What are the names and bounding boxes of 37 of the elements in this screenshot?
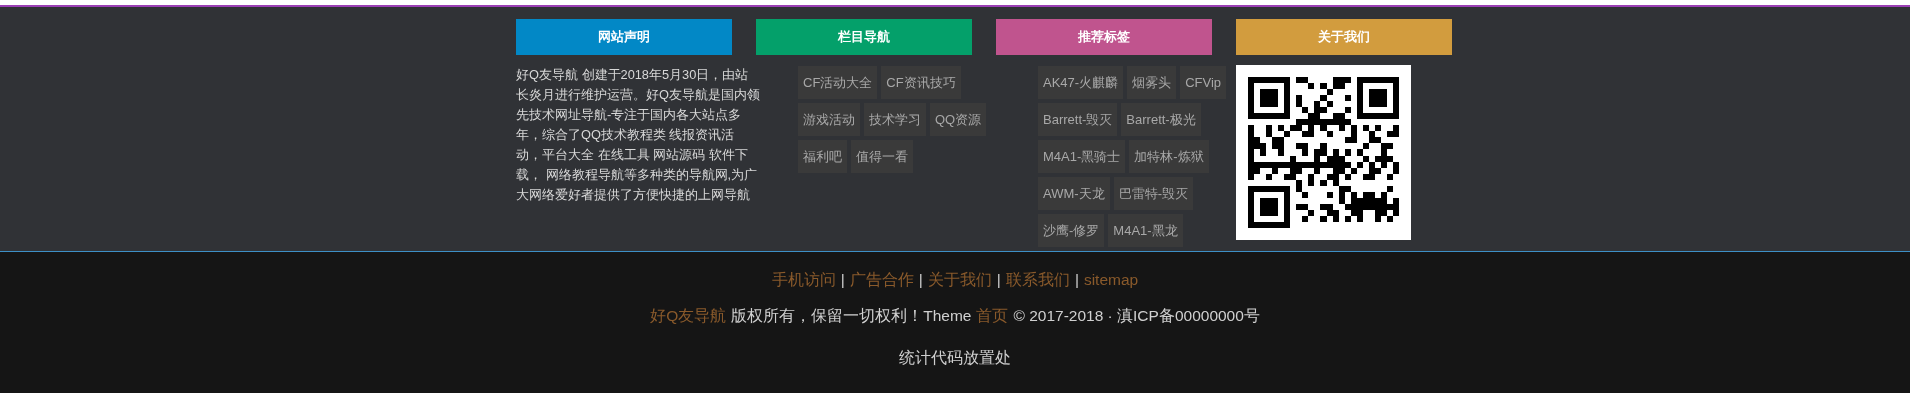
footer-link[interactable]: sitemap [1083,268,1139,292]
tag-link[interactable]: AK47-火麒麟 [1038,66,1124,99]
tag-link[interactable]: M4A1-黑骑士 [1038,140,1126,173]
copyright-text: 版权所有，保留一切权利！Theme [731,306,972,327]
separator: | [840,270,845,291]
footer-link[interactable]: 好Q友导航 [650,304,727,328]
tag-link[interactable]: M4A1-黑龙 [1108,214,1183,247]
site-description: 好Q友导航 创建于2018年5月30日，由站长炎月进行维护运营。好Q友导航是国内领先技术网址导航-专注于国内各大站点多年，综合了QQ技术教程类 线报资讯活动，平台大全 在线工具 网站源码 软件下载， 网络教程导航等多种类的导航网,为广大网络爱好者提供了方便快捷的上网导航 [516,66,760,204]
footer-link[interactable]: 联系我们 [1005,268,1070,292]
section-header: 网站声明 [516,19,732,55]
stats-text: 统计代码放置处 [899,348,1011,366]
tag-link[interactable]: 烟雾头 [1127,66,1177,99]
tag-link[interactable]: QQ资源 [930,103,987,136]
tag-link[interactable]: 加特林-炼狱 [1129,140,1209,173]
section-header: 栏目导航 [756,19,972,55]
tag-link[interactable]: 游戏活动 [798,103,860,136]
section-header: 推荐标签 [996,19,1212,55]
footer-link[interactable]: 手机访问 [771,268,836,292]
tag-link[interactable]: 值得一看 [851,140,913,173]
section-header: 关于我们 [1236,19,1452,55]
tag-link[interactable]: Barrett-极光 [1121,103,1201,136]
separator: | [918,270,923,291]
tag-link[interactable]: CF资讯技巧 [881,66,961,99]
tag-link[interactable]: 技术学习 [864,103,926,136]
copyright-text: © 2017-2018 · 滇ICP备00000000号 [1013,306,1260,327]
footer-link[interactable]: 广告合作 [849,268,914,292]
tag-link[interactable]: 沙鹰-修罗 [1038,214,1105,247]
footer-link[interactable]: 关于我们 [927,268,992,292]
tag-link[interactable]: Barrett-毁灭 [1038,103,1118,136]
tag-link[interactable]: CF活动大全 [798,66,878,99]
separator: | [1074,270,1079,291]
footer-link[interactable]: 首页 [976,304,1009,328]
tag-link[interactable]: 巴雷特-毁灭 [1113,177,1193,210]
tag-link[interactable]: 福利吧 [798,140,847,173]
tag-link[interactable]: AWM-天龙 [1038,177,1110,210]
separator: | [996,270,1001,291]
tag-link[interactable]: CFVip [1180,66,1227,99]
